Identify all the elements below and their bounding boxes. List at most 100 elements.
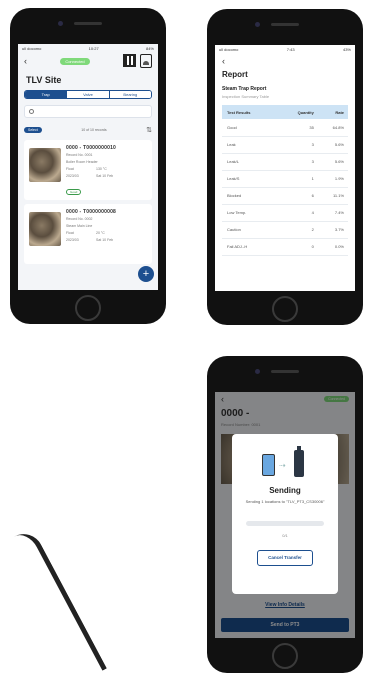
home-button[interactable] bbox=[272, 296, 298, 322]
tab-valve[interactable]: Valve bbox=[67, 91, 110, 98]
cell: Leak bbox=[222, 136, 279, 154]
trap-type: Float bbox=[66, 167, 74, 171]
cell: Leak/L bbox=[222, 153, 279, 171]
trap-photo bbox=[29, 212, 61, 246]
front-camera bbox=[58, 21, 63, 26]
cell: Low Temp. bbox=[222, 204, 279, 222]
home-button[interactable] bbox=[75, 295, 101, 321]
filter-row: Select 10 of 10 records ⇅ bbox=[18, 124, 158, 136]
cell: 35 bbox=[278, 119, 318, 137]
summary-table: Test Results Quantity Rate Good 35 64.8% L… bbox=[222, 105, 348, 256]
cell: 1.9% bbox=[317, 170, 348, 188]
cell: 64.8% bbox=[317, 119, 348, 137]
status-badge: Good bbox=[66, 189, 82, 195]
home-button[interactable] bbox=[272, 643, 298, 669]
cell: Leak/S bbox=[222, 170, 279, 188]
cell: Blocked bbox=[222, 187, 279, 205]
cell: 3 bbox=[278, 153, 318, 171]
phone-sending: ‹ Connected 0000 - Record Number: 0001 V… bbox=[207, 356, 363, 673]
phone-site-list: ull docomo 10:27 84% ‹ Connected TLV Site … bbox=[10, 8, 166, 324]
trap-photo bbox=[29, 148, 61, 182]
speaker-grille bbox=[271, 370, 299, 373]
column-header: Test Results bbox=[222, 105, 279, 119]
list-item[interactable]: 0000 - T0000000008 Record No. 0002 Steam… bbox=[24, 204, 152, 264]
location: Steam Main Line bbox=[66, 224, 93, 228]
record-count: 10 of 10 records bbox=[81, 128, 107, 132]
connection-badge: Connected bbox=[60, 57, 90, 65]
cell: 3 bbox=[278, 136, 318, 154]
tester-device-icon bbox=[294, 446, 304, 477]
equipment-tabs: Trap Valve Bearing bbox=[24, 90, 152, 99]
location: Boiler Room Header bbox=[66, 160, 98, 164]
date: Sat 10 Feb bbox=[96, 174, 114, 178]
back-chevron-icon[interactable]: ‹ bbox=[215, 54, 355, 68]
table-row: Blocked 6 11.1% bbox=[222, 187, 348, 205]
dialog-message: Sending 1 locations to "TLV_PT3_CS30006" bbox=[245, 499, 325, 504]
cell: 11.1% bbox=[317, 187, 348, 205]
progress-count: 0/1 bbox=[282, 533, 288, 538]
cell: Good bbox=[222, 119, 279, 137]
page-title: Report bbox=[222, 70, 248, 79]
cancel-transfer-button[interactable]: Cancel Transfer bbox=[257, 550, 313, 566]
phone2-screen: ull docomo 7:43 43% ‹ Report Steam Trap Re… bbox=[215, 45, 355, 291]
phone-icon bbox=[262, 454, 275, 476]
list-item[interactable]: 0000 - T0000000010 Record No. 0001 Boile… bbox=[24, 140, 152, 200]
table-row: Good 35 64.8% bbox=[222, 119, 348, 137]
date: Sat 10 Feb bbox=[96, 238, 114, 242]
model: 2023/03 bbox=[66, 174, 79, 178]
cell: 3.7% bbox=[317, 221, 348, 239]
back-chevron-icon[interactable]: ‹ bbox=[24, 56, 27, 66]
cell: 1 bbox=[278, 170, 318, 188]
report-caption: Inspection Summary Table bbox=[222, 94, 270, 99]
table-row: Leak/S 1 1.9% bbox=[222, 170, 348, 188]
progress-bar bbox=[246, 521, 324, 526]
record-number: Record No. 0001 bbox=[66, 153, 93, 157]
marketing-collage: ull docomo 10:27 84% ‹ Connected TLV Site … bbox=[0, 0, 367, 673]
add-button[interactable]: + bbox=[138, 266, 154, 282]
table-row: Leak 3 5.6% bbox=[222, 136, 348, 154]
report-icon[interactable] bbox=[139, 54, 152, 68]
trap-type: Float bbox=[66, 231, 74, 235]
temperature: 20 °C bbox=[96, 231, 105, 235]
speaker-grille bbox=[74, 22, 102, 25]
cell: 2 bbox=[278, 221, 318, 239]
card-title: 0000 - T0000000008 bbox=[66, 209, 117, 215]
tab-bearing[interactable]: Bearing bbox=[109, 91, 151, 98]
tab-trap[interactable]: Trap bbox=[25, 91, 68, 98]
status-time: 7:43 bbox=[286, 47, 295, 52]
dialog-title: Sending bbox=[269, 486, 301, 495]
phone1-screen: ull docomo 10:27 84% ‹ Connected TLV Site … bbox=[18, 44, 158, 290]
cell: 0.0% bbox=[317, 238, 348, 256]
sort-icon[interactable]: ⇅ bbox=[146, 126, 152, 134]
model: 2023/03 bbox=[66, 238, 79, 242]
phone3-screen: ‹ Connected 0000 - Record Number: 0001 V… bbox=[215, 392, 355, 638]
select-button[interactable]: Select bbox=[24, 127, 42, 133]
cell: 7.4% bbox=[317, 204, 348, 222]
column-header: Quantity bbox=[278, 105, 318, 119]
partial-phone-edge bbox=[0, 527, 107, 673]
table-row: Caution 2 3.7% bbox=[222, 221, 348, 239]
front-camera bbox=[255, 369, 260, 374]
cell: 0 bbox=[278, 238, 318, 256]
status-bar: ull docomo 10:27 84% bbox=[22, 46, 154, 51]
column-header: Rate bbox=[317, 105, 348, 119]
qr-code-icon[interactable] bbox=[122, 54, 136, 67]
report-subtitle: Steam Trap Report bbox=[222, 86, 267, 92]
cell: Fail ADJ.-H bbox=[222, 238, 279, 256]
search-input[interactable] bbox=[24, 105, 152, 118]
front-camera bbox=[255, 22, 260, 27]
cell: 5.6% bbox=[317, 136, 348, 154]
table-row: Leak/L 3 5.6% bbox=[222, 153, 348, 171]
sending-dialog: ⇢ Sending Sending 1 locations to "TLV_PT… bbox=[232, 434, 338, 594]
search-icon bbox=[29, 109, 34, 114]
table-row: Low Temp. 4 7.4% bbox=[222, 204, 348, 222]
page-title: TLV Site bbox=[26, 75, 62, 85]
cell: 6 bbox=[278, 187, 318, 205]
record-number: Record No. 0002 bbox=[66, 217, 93, 221]
top-bar: ‹ Connected bbox=[18, 53, 158, 69]
phone-report: ull docomo 7:43 43% ‹ Report Steam Trap Re… bbox=[207, 9, 363, 325]
cell: Caution bbox=[222, 221, 279, 239]
temperature: 130 °C bbox=[96, 167, 107, 171]
table-header-row: Test Results Quantity Rate bbox=[222, 105, 348, 119]
cell: 5.6% bbox=[317, 153, 348, 171]
